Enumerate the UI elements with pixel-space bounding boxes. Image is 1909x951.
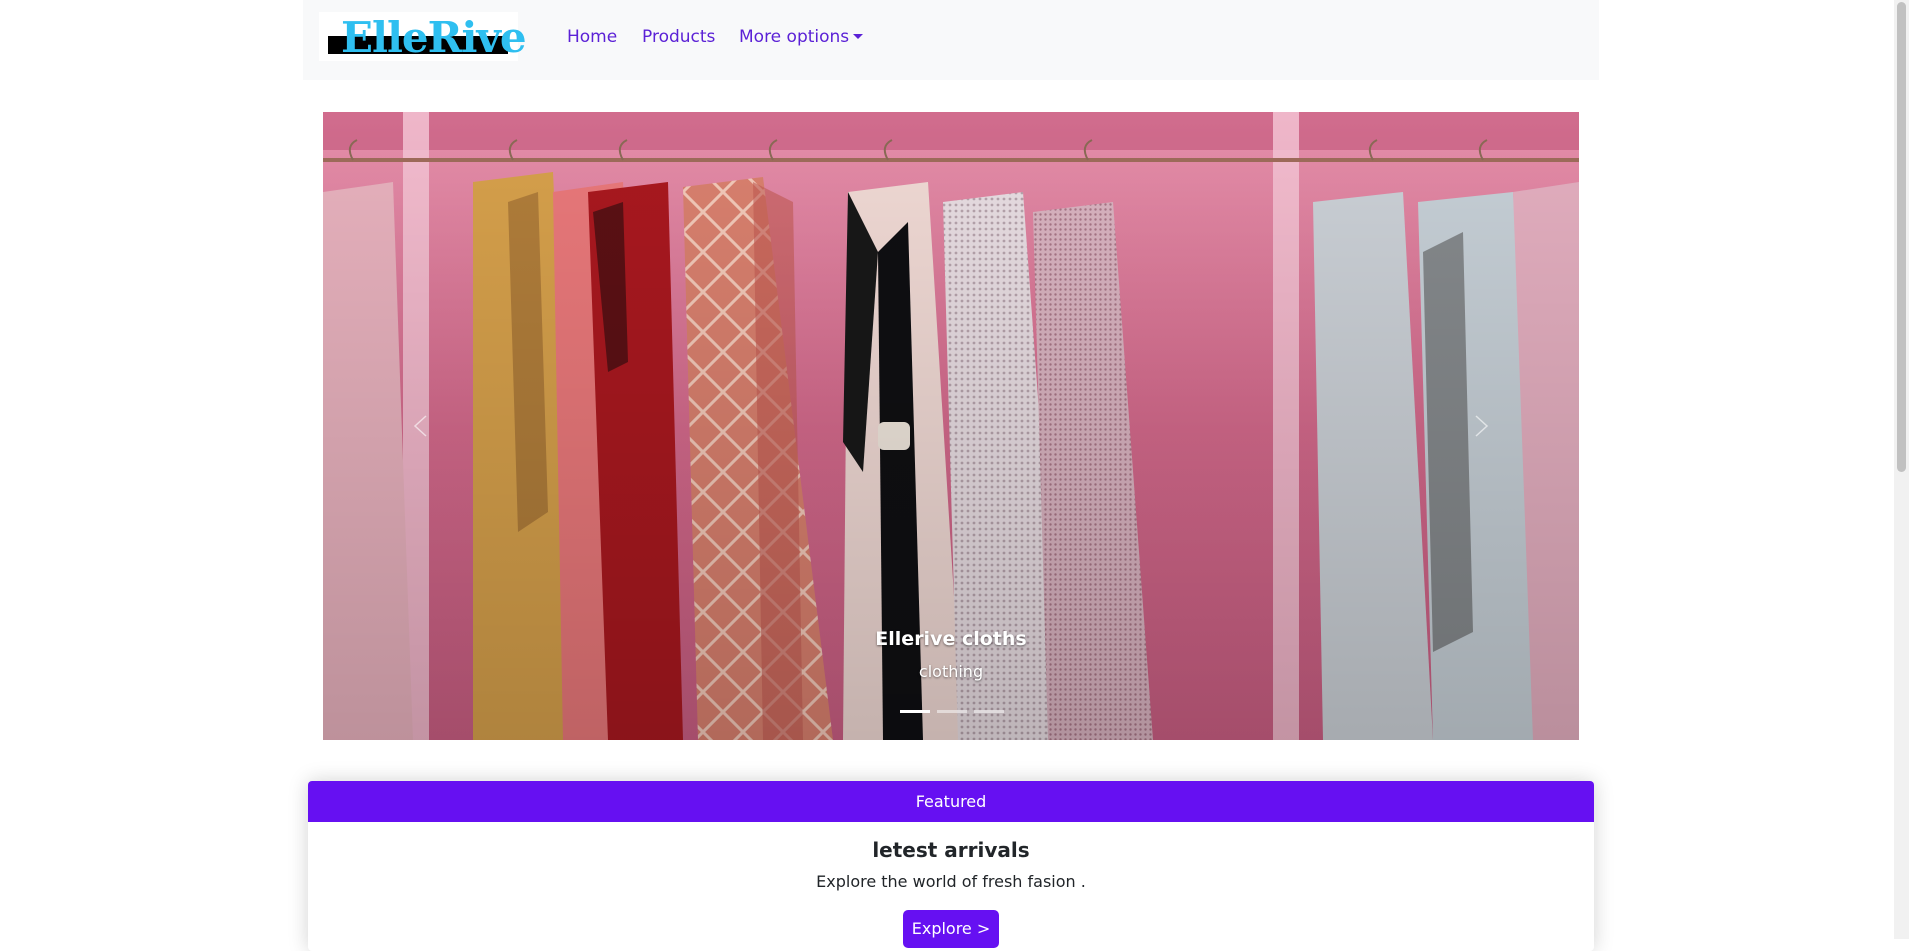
featured-card-text: Explore the world of fresh fasion . bbox=[816, 872, 1086, 891]
brand-logo[interactable]: ElleRive bbox=[319, 12, 527, 61]
carousel-caption-subtitle: clothing bbox=[918, 662, 984, 681]
featured-card: Featured letest arrivals Explore the wor… bbox=[308, 781, 1594, 951]
featured-card-header: Featured bbox=[308, 781, 1594, 822]
nav-link-products[interactable]: Products bbox=[642, 26, 715, 48]
carousel-indicator-2[interactable] bbox=[937, 710, 967, 713]
navbar: ElleRive Home Products More options bbox=[303, 0, 1599, 80]
hero-carousel: Ellerive cloths clothing bbox=[323, 112, 1579, 740]
carousel-caption-title: Ellerive cloths bbox=[875, 628, 1027, 650]
explore-button[interactable]: Explore > bbox=[903, 910, 999, 948]
nav-dropdown-more-options[interactable]: More options bbox=[739, 26, 864, 48]
carousel-indicator-3[interactable] bbox=[974, 710, 1004, 713]
brand-name: ElleRive bbox=[341, 13, 527, 62]
nav-dropdown-label: More options bbox=[739, 27, 850, 47]
caret-down-icon bbox=[853, 34, 864, 39]
carousel-indicators bbox=[900, 710, 1004, 713]
nav-link-home[interactable]: Home bbox=[567, 26, 617, 48]
featured-card-title: letest arrivals bbox=[872, 838, 1030, 862]
page-scrollbar[interactable] bbox=[1894, 0, 1909, 939]
carousel-indicator-1[interactable] bbox=[900, 710, 930, 713]
scrollbar-thumb[interactable] bbox=[1897, 2, 1906, 472]
